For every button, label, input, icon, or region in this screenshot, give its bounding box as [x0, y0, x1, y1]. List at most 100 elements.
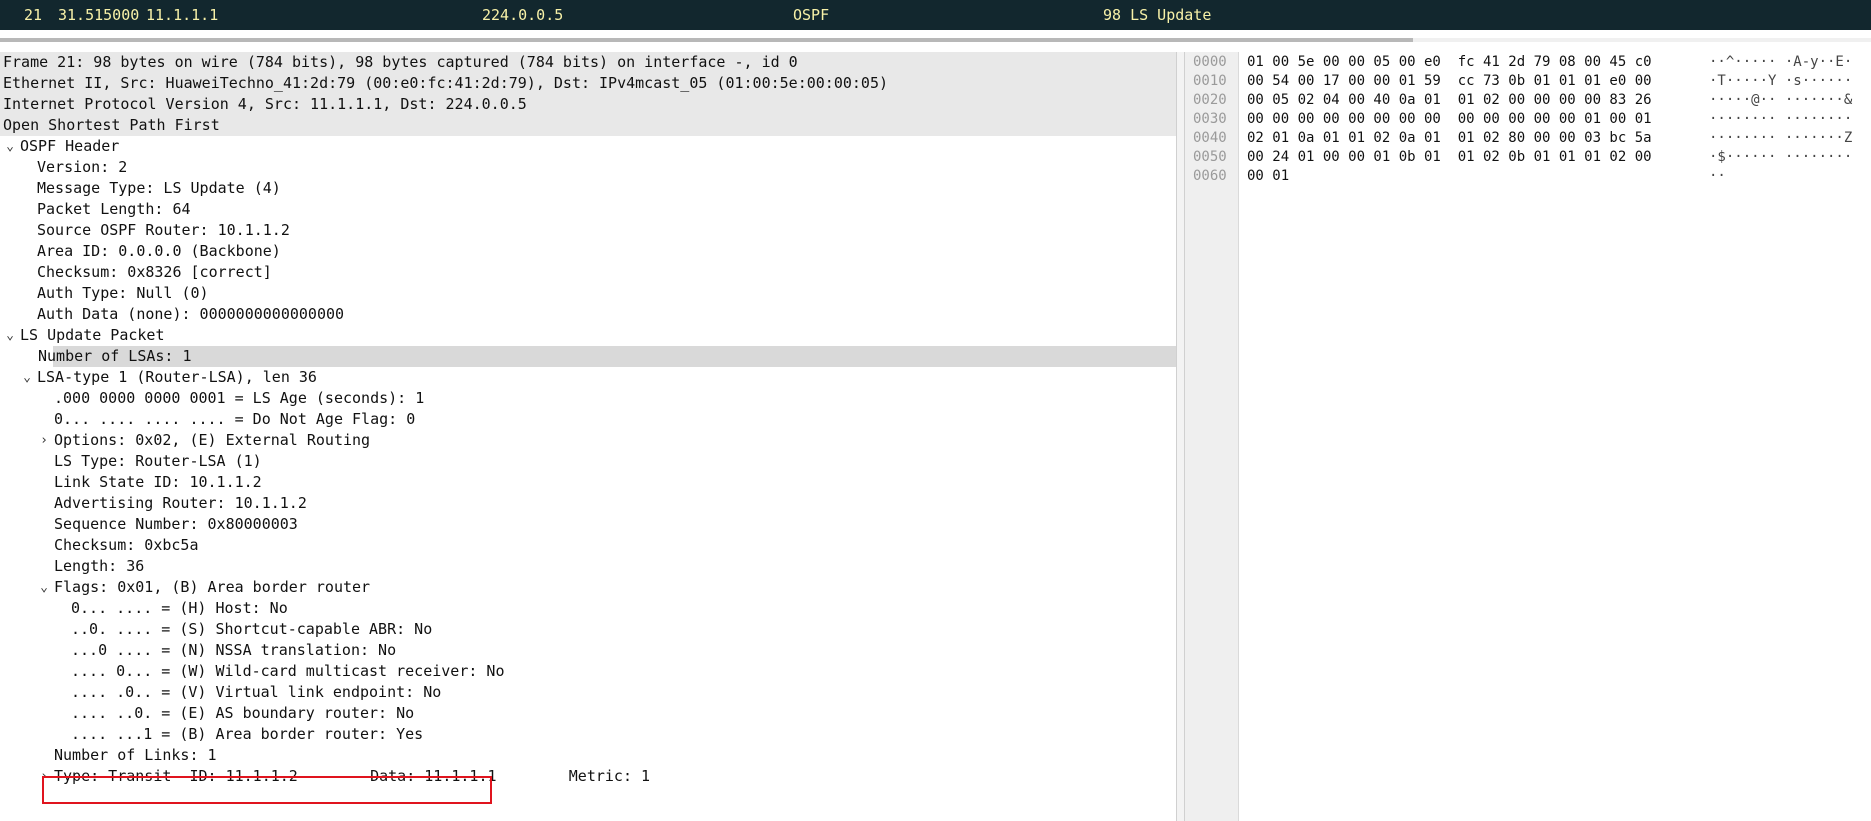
hex-bytes[interactable]: 00 05 02 04 00 40 0a 01 01 02 00 00 00 0…: [1247, 91, 1652, 110]
tree-row[interactable]: 0... .... .... .... = Do Not Age Flag: 0: [0, 409, 1176, 430]
tree-row-label: Message Type: LS Update (4): [37, 179, 281, 197]
tree-row[interactable]: Area ID: 0.0.0.0 (Backbone): [0, 241, 1176, 262]
tree-row-label: Options: 0x02, (E) External Routing: [54, 431, 371, 449]
tree-row[interactable]: Ethernet II, Src: HuaweiTechno_41:2d:79 …: [0, 73, 1176, 94]
tree-row-label: LS Type: Router-LSA (1): [54, 452, 262, 470]
tree-row[interactable]: ..0. .... = (S) Shortcut-capable ABR: No: [0, 619, 1176, 640]
tree-row-label: 0... .... .... .... = Do Not Age Flag: 0: [54, 410, 416, 428]
tree-row[interactable]: Source OSPF Router: 10.1.1.2: [0, 220, 1176, 241]
tree-row[interactable]: Packet Length: 64: [0, 199, 1176, 220]
collapse-arrow-icon[interactable]: ⌄: [37, 577, 51, 598]
tree-row[interactable]: Length: 36: [0, 556, 1176, 577]
tree-row-label: LS Update Packet: [20, 326, 165, 344]
tree-row-label: Type: Transit ID: 11.1.1.2 Data: 11.1.1.…: [54, 767, 651, 785]
tree-row[interactable]: ⌄ LS Update Packet: [0, 325, 1176, 346]
tree-row[interactable]: .... ..0. = (E) AS boundary router: No: [0, 703, 1176, 724]
tree-row[interactable]: Auth Type: Null (0): [0, 283, 1176, 304]
collapse-arrow-icon[interactable]: ⌄: [3, 325, 17, 346]
packet-destination: 224.0.0.5: [482, 6, 564, 24]
tree-row[interactable]: 0... .... = (H) Host: No: [0, 598, 1176, 619]
tree-row-label: Frame 21: 98 bytes on wire (784 bits), 9…: [3, 53, 798, 71]
tree-row-label: ..0. .... = (S) Shortcut-capable ABR: No: [71, 620, 433, 638]
hex-ascii[interactable]: ·····@·· ·······&: [1709, 91, 1852, 110]
tree-row-label: OSPF Header: [20, 137, 120, 155]
expand-arrow-icon[interactable]: ›: [37, 766, 51, 787]
tree-row-label: Auth Type: Null (0): [37, 284, 209, 302]
packet-number: 21: [24, 6, 43, 24]
tree-row[interactable]: .000 0000 0000 0001 = LS Age (seconds): …: [0, 388, 1176, 409]
tree-row[interactable]: ⌄ LSA-type 1 (Router-LSA), len 36: [0, 367, 1176, 388]
tree-row-label: Auth Data (none): 0000000000000000: [37, 305, 345, 323]
tree-row-label: Version: 2: [37, 158, 128, 176]
tree-row[interactable]: Advertising Router: 10.1.1.2: [0, 493, 1176, 514]
tree-row[interactable]: .... ...1 = (B) Area border router: Yes: [0, 724, 1176, 745]
hex-ascii[interactable]: ········ ·······Z: [1709, 129, 1852, 148]
tree-row[interactable]: Checksum: 0xbc5a: [0, 535, 1176, 556]
hex-ascii[interactable]: ·$······ ········: [1709, 148, 1852, 167]
tree-row[interactable]: Number of LSAs: 1: [38, 346, 1176, 367]
hex-offset: 0000: [1193, 54, 1227, 70]
collapse-arrow-icon[interactable]: ⌄: [3, 136, 17, 157]
hex-bytes[interactable]: 00 24 01 00 00 01 0b 01 01 02 0b 01 01 0…: [1247, 148, 1652, 167]
hex-ascii[interactable]: ··^····· ·A-y··E·: [1709, 53, 1852, 72]
tree-row[interactable]: Checksum: 0x8326 [correct]: [0, 262, 1176, 283]
hex-ascii[interactable]: ········ ········: [1709, 110, 1852, 129]
tree-row[interactable]: Auth Data (none): 0000000000000000: [0, 304, 1176, 325]
tree-row-label: Open Shortest Path First: [3, 116, 220, 134]
hex-bytes[interactable]: 01 00 5e 00 00 05 00 e0 fc 41 2d 79 08 0…: [1247, 53, 1652, 72]
tree-row[interactable]: Number of Links: 1: [0, 745, 1176, 766]
hex-offset: 0010: [1193, 73, 1227, 89]
tree-row-label: Source OSPF Router: 10.1.1.2: [37, 221, 290, 239]
tree-row[interactable]: Internet Protocol Version 4, Src: 11.1.1…: [0, 94, 1176, 115]
tree-row-label: Length: 36: [54, 557, 145, 575]
tree-row-label: ...0 .... = (N) NSSA translation: No: [71, 641, 397, 659]
tree-row-label: LSA-type 1 (Router-LSA), len 36: [37, 368, 317, 386]
hex-ascii[interactable]: ··: [1709, 167, 1726, 186]
tree-row-label: Number of Links: 1: [54, 746, 217, 764]
tree-row-label: .... 0... = (W) Wild-card multicast rece…: [71, 662, 505, 680]
packet-source: 11.1.1.1: [146, 6, 219, 24]
packet-details-pane[interactable]: Frame 21: 98 bytes on wire (784 bits), 9…: [0, 52, 1177, 821]
hex-offset: 0040: [1193, 130, 1227, 146]
tree-row-label: .000 0000 0000 0001 = LS Age (seconds): …: [54, 389, 425, 407]
tree-row-label: Checksum: 0xbc5a: [54, 536, 199, 554]
tree-row[interactable]: .... .0.. = (V) Virtual link endpoint: N…: [0, 682, 1176, 703]
hex-bytes[interactable]: 02 01 0a 01 01 02 0a 01 01 02 80 00 00 0…: [1247, 129, 1652, 148]
packet-bytes-pane[interactable]: 0000 01 00 5e 00 00 05 00 e0 fc 41 2d 79 …: [1185, 52, 1871, 821]
tree-row[interactable]: Frame 21: 98 bytes on wire (784 bits), 9…: [0, 52, 1176, 73]
tree-row[interactable]: ⌄ OSPF Header: [0, 136, 1176, 157]
tree-row-label: Number of LSAs: 1: [38, 347, 192, 365]
pane-splitter[interactable]: [1177, 52, 1185, 821]
tree-row[interactable]: ...0 .... = (N) NSSA translation: No: [0, 640, 1176, 661]
tree-row-label: Ethernet II, Src: HuaweiTechno_41:2d:79 …: [3, 74, 889, 92]
hex-ascii[interactable]: ·T·····Y ·s······: [1709, 72, 1852, 91]
collapse-arrow-icon[interactable]: ⌄: [20, 367, 34, 388]
tree-row[interactable]: .... 0... = (W) Wild-card multicast rece…: [0, 661, 1176, 682]
tree-row[interactable]: Message Type: LS Update (4): [0, 178, 1176, 199]
tree-row[interactable]: Open Shortest Path First: [0, 115, 1176, 136]
hex-offset: 0020: [1193, 92, 1227, 108]
tree-row-label: Advertising Router: 10.1.1.2: [54, 494, 307, 512]
tree-row-label: Internet Protocol Version 4, Src: 11.1.1…: [3, 95, 527, 113]
tree-row[interactable]: Sequence Number: 0x80000003: [0, 514, 1176, 535]
tree-row[interactable]: › Type: Transit ID: 11.1.1.2 Data: 11.1.1…: [0, 766, 1176, 787]
tree-row[interactable]: Link State ID: 10.1.1.2: [0, 472, 1176, 493]
tree-row-label: Area ID: 0.0.0.0 (Backbone): [37, 242, 281, 260]
horizontal-scrollbar-thumb[interactable]: [0, 38, 1413, 42]
details-tree: Frame 21: 98 bytes on wire (784 bits), 9…: [0, 52, 1176, 787]
tree-row[interactable]: LS Type: Router-LSA (1): [0, 451, 1176, 472]
tree-row-label: .... ..0. = (E) AS boundary router: No: [71, 704, 415, 722]
tree-row-label: Packet Length: 64: [37, 200, 191, 218]
hex-bytes[interactable]: 00 01: [1247, 167, 1289, 186]
packet-time: 31.515000: [58, 6, 140, 24]
tree-row[interactable]: ⌄ Flags: 0x01, (B) Area border router: [0, 577, 1176, 598]
packet-list-selected-row[interactable]: 21 31.515000 11.1.1.1 224.0.0.5 OSPF 98 …: [0, 0, 1871, 30]
hex-bytes[interactable]: 00 54 00 17 00 00 01 59 cc 73 0b 01 01 0…: [1247, 72, 1652, 91]
hex-bytes[interactable]: 00 00 00 00 00 00 00 00 00 00 00 00 00 0…: [1247, 110, 1652, 129]
tree-row[interactable]: › Options: 0x02, (E) External Routing: [0, 430, 1176, 451]
hex-offset: 0050: [1193, 149, 1227, 165]
tree-row-label: Checksum: 0x8326 [correct]: [37, 263, 272, 281]
expand-arrow-icon[interactable]: ›: [37, 430, 51, 451]
tree-row-label: .... .0.. = (V) Virtual link endpoint: N…: [71, 683, 442, 701]
tree-row[interactable]: Version: 2: [0, 157, 1176, 178]
